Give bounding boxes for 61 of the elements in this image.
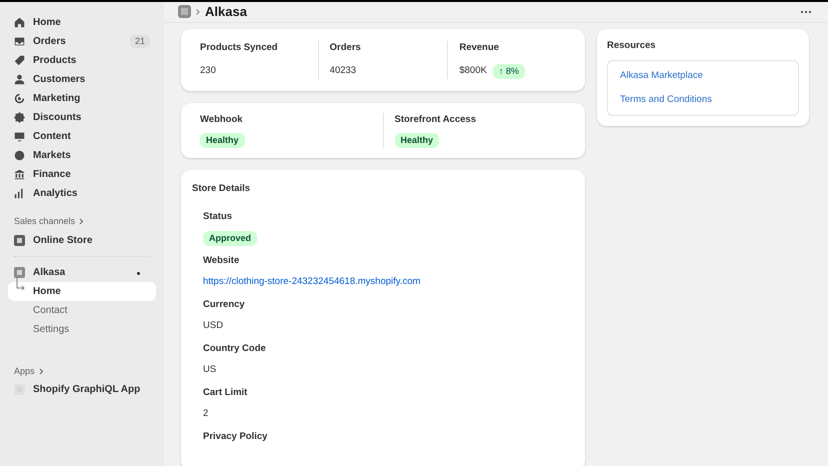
stat-value: 230: [200, 64, 216, 78]
stat-label: Orders: [330, 40, 362, 54]
bar-chart-icon: [14, 188, 25, 199]
nav-subitem[interactable]: Settings: [8, 320, 156, 338]
status-badge: Healthy: [200, 132, 245, 148]
nav-item[interactable]: Analytics: [8, 184, 156, 203]
stat-label: Products Synced: [200, 40, 279, 54]
field-value: 2: [203, 406, 208, 420]
field-label: Cart Limit: [203, 386, 248, 400]
field-value: USD: [203, 318, 224, 332]
health-label: Storefront Access: [394, 113, 476, 128]
section-heading[interactable]: Apps: [14, 364, 35, 378]
field-label: Currency: [203, 298, 245, 312]
field-value: US: [203, 362, 216, 376]
field-label: Status: [203, 210, 232, 224]
tree-connector-icon: [16, 278, 26, 292]
chevron-icon: [196, 8, 200, 15]
nav-item[interactable]: Markets: [8, 146, 156, 165]
stat-value: 40233: [330, 64, 356, 78]
nav-item[interactable]: Products: [8, 51, 156, 70]
card-title: Store Details: [192, 182, 252, 196]
nav-item[interactable]: Online Store: [8, 230, 156, 250]
app-icon: [14, 266, 25, 278]
tag-icon: [14, 55, 25, 66]
health-label: Webhook: [200, 113, 243, 128]
chevron-icon: [38, 368, 44, 375]
person-icon: [14, 74, 25, 85]
nav-item[interactable]: Finance: [8, 165, 156, 184]
status-badge: Healthy: [394, 132, 440, 148]
website-link[interactable]: https://clothing-store-243232454618.myshopify.com: [203, 274, 420, 289]
resource-link[interactable]: Alkasa Marketplace: [620, 68, 786, 83]
nav-subitem[interactable]: Contact: [8, 300, 156, 320]
bank-icon: [14, 169, 25, 180]
nav-item[interactable]: Marketing: [8, 89, 156, 108]
field-label: Country Code: [203, 342, 266, 356]
count-badge: 21: [130, 34, 150, 48]
nav-item[interactable]: Shopify GraphiQL App: [8, 380, 156, 399]
inbox-icon: [14, 36, 25, 47]
stat-label: Revenue: [459, 40, 500, 54]
status-badge: Approved: [203, 230, 258, 246]
nav-item[interactable]: Content: [8, 127, 156, 146]
stat-value: $800K: [459, 64, 487, 78]
nav-item[interactable]: Home: [8, 13, 156, 32]
chevron-icon: [79, 218, 84, 226]
monitor-icon: [14, 131, 25, 142]
badge-icon: [14, 112, 25, 123]
store-icon: [14, 234, 25, 246]
nav-item[interactable]: Customers: [8, 70, 156, 89]
home-icon: [14, 17, 25, 28]
nav-item[interactable]: Orders 21: [8, 32, 156, 51]
nav-item[interactable]: Discounts: [8, 108, 156, 127]
trend-badge: ↑ 8%: [492, 64, 525, 80]
page-title: Alkasa: [205, 3, 247, 21]
card-title: Resources: [607, 38, 657, 52]
app-nav-item[interactable]: Alkasa: [8, 262, 156, 282]
target-icon: [14, 93, 25, 104]
field-label: Privacy Policy: [203, 430, 268, 444]
resource-link[interactable]: Terms and Conditions: [620, 93, 786, 108]
field-label: Website: [203, 254, 240, 268]
section-heading[interactable]: Sales channels: [14, 215, 76, 228]
app-icon: [178, 5, 191, 18]
